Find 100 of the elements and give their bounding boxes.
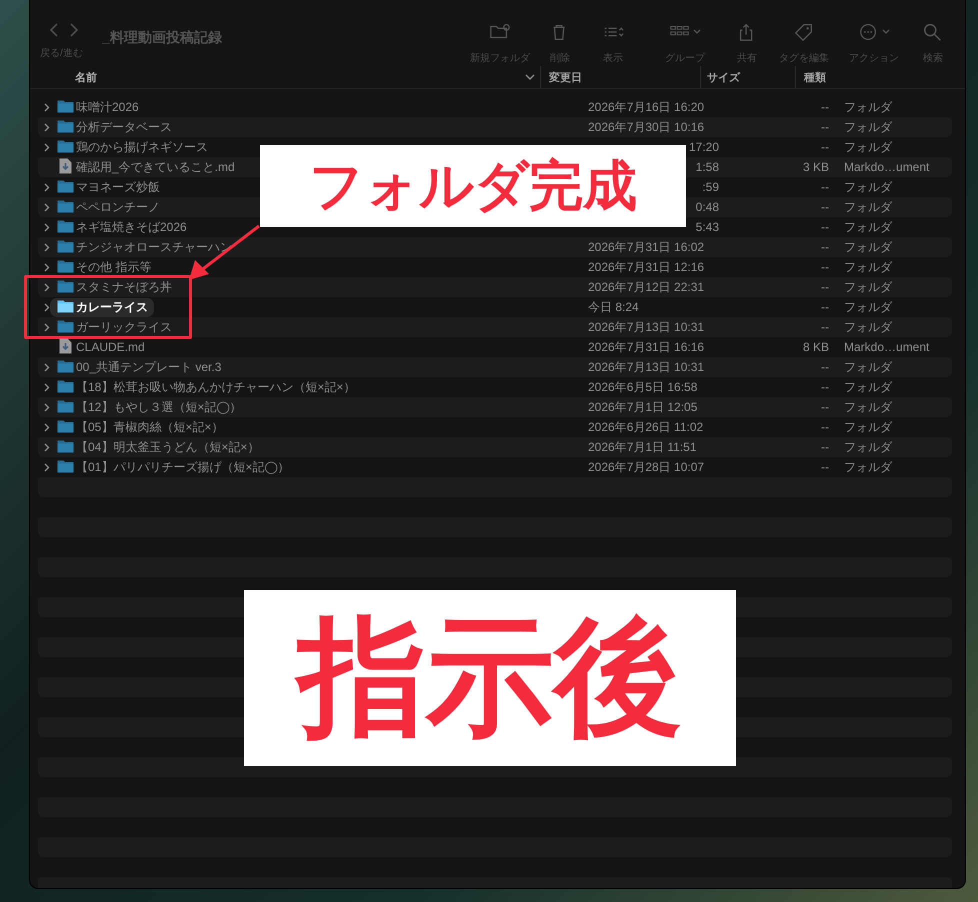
modified-date: :59 — [702, 180, 719, 194]
modified-date: 2026年7月30日 10:16 — [588, 118, 706, 136]
modified-date: 2026年7月1日 12:05 — [588, 398, 698, 416]
modified-date: 5:43 — [696, 220, 719, 234]
modified-date: 2026年7月12日 22:31 — [588, 278, 706, 296]
column-header[interactable]: サイズ — [707, 70, 740, 84]
disclosure-chevron-icon[interactable] — [44, 462, 50, 472]
folder-icon — [57, 398, 74, 412]
folder-icon — [57, 358, 74, 372]
file-size: -- — [821, 140, 829, 154]
file-size: -- — [821, 200, 829, 214]
file-name[interactable]: 鶏のから揚げネギソース — [73, 138, 214, 156]
file-kind: フォルダ — [844, 138, 894, 156]
folder-icon — [57, 378, 74, 392]
file-kind: フォルダ — [844, 398, 894, 416]
folder-icon — [57, 98, 74, 112]
folder-icon — [57, 218, 74, 232]
folder-icon — [57, 458, 74, 472]
file-name[interactable]: 【01】パリパリチーズ揚げ（短×記◯） — [73, 458, 296, 476]
window-title: _料理動画投稿記録 — [102, 29, 222, 47]
document-icon — [59, 158, 72, 174]
disclosure-chevron-icon[interactable] — [44, 262, 50, 272]
modified-date: 2026年7月28日 10:07 — [588, 458, 706, 476]
file-name[interactable]: ペペロンチーノ — [73, 198, 166, 216]
modified-date: 2026年7月31日 16:16 — [588, 338, 706, 356]
modified-date: 2026年6月26日 11:02 — [588, 418, 704, 436]
file-name[interactable]: CLAUDE.md — [73, 339, 151, 355]
file-size: -- — [821, 240, 829, 254]
folder-icon — [57, 418, 74, 432]
file-name[interactable]: ネギ塩焼きそば2026 — [73, 218, 193, 236]
file-name[interactable]: 確認用_今できていること.md — [73, 158, 241, 176]
file-size: -- — [821, 420, 829, 434]
search-icon — [922, 21, 944, 43]
file-size: -- — [821, 360, 829, 374]
modified-date: 2026年6月5日 16:58 — [588, 378, 698, 396]
file-size: -- — [821, 260, 829, 274]
modified-date: 今日 8:24 — [588, 298, 640, 316]
nav-label: 戻る/進む — [40, 46, 83, 60]
file-name[interactable]: その他 指示等 — [73, 258, 158, 276]
file-kind: フォルダ — [844, 118, 894, 136]
modified-date: 2026年7月13日 10:31 — [588, 358, 706, 376]
file-kind: フォルダ — [844, 318, 894, 336]
file-size: -- — [821, 460, 829, 474]
file-kind: フォルダ — [844, 438, 894, 456]
file-kind: フォルダ — [844, 238, 894, 256]
disclosure-chevron-icon[interactable] — [44, 402, 50, 412]
folder-icon — [57, 238, 74, 252]
file-size: 8 KB — [802, 340, 829, 354]
modified-date: 2026年7月13日 10:31 — [588, 318, 706, 336]
folder-icon — [57, 118, 74, 132]
file-kind: フォルダ — [844, 358, 894, 376]
tag-icon — [793, 21, 815, 43]
modified-date: 2026年7月31日 12:16 — [588, 258, 706, 276]
file-name[interactable]: 分析データベース — [73, 118, 178, 136]
folder-icon — [57, 278, 74, 292]
disclosure-chevron-icon[interactable] — [44, 322, 50, 332]
file-kind: フォルダ — [844, 258, 894, 276]
file-name[interactable]: 味噌汁2026 — [73, 98, 145, 116]
file-name[interactable]: 【04】明太釜玉うどん（短×記×） — [73, 438, 266, 456]
modified-date: 2026年7月31日 16:02 — [588, 238, 706, 256]
sort-chevron-icon[interactable] — [525, 74, 535, 80]
file-name[interactable]: 00_共通テンプレート ver.3 — [73, 358, 228, 376]
file-name[interactable]: マヨネーズ炒飯 — [73, 178, 166, 196]
file-name[interactable]: 【12】もやし３選（短×記◯） — [73, 398, 248, 416]
disclosure-chevron-icon[interactable] — [44, 282, 50, 292]
file-size: 3 KB — [802, 160, 829, 174]
modified-date: 2026年7月16日 16:20 — [588, 98, 706, 116]
file-size: -- — [821, 180, 829, 194]
disclosure-chevron-icon[interactable] — [44, 122, 50, 132]
folder-icon — [57, 138, 74, 152]
column-header[interactable]: 変更日 — [549, 70, 582, 84]
modified-date: 2026年7月1日 11:51 — [588, 438, 698, 456]
disclosure-chevron-icon[interactable] — [44, 362, 50, 372]
disclosure-chevron-icon[interactable] — [44, 242, 50, 252]
disclosure-chevron-icon[interactable] — [44, 102, 50, 112]
caret-icon — [882, 29, 890, 35]
file-kind: フォルダ — [844, 98, 894, 116]
disclosure-chevron-icon[interactable] — [44, 302, 50, 312]
disclosure-chevron-icon[interactable] — [44, 182, 50, 192]
column-header[interactable]: 種類 — [804, 70, 826, 84]
folder-icon — [57, 178, 74, 192]
folder-icon — [57, 438, 74, 452]
disclosure-chevron-icon[interactable] — [44, 382, 50, 392]
modified-date: 1:58 — [696, 160, 719, 174]
column-header[interactable]: 名前 — [75, 70, 97, 84]
caret-icon — [693, 29, 701, 35]
callout-label: フォルダ完成 — [260, 145, 686, 227]
disclosure-chevron-icon[interactable] — [44, 422, 50, 432]
file-name[interactable]: ガーリックライス — [73, 318, 178, 336]
disclosure-chevron-icon[interactable] — [44, 202, 50, 212]
disclosure-chevron-icon[interactable] — [44, 222, 50, 232]
folder-icon — [57, 318, 74, 332]
disclosure-chevron-icon[interactable] — [44, 442, 50, 452]
file-size: -- — [821, 220, 829, 234]
file-name[interactable]: カレーライス — [50, 298, 154, 316]
file-kind: フォルダ — [844, 178, 894, 196]
file-name[interactable]: スタミナそぼろ丼 — [73, 278, 178, 296]
disclosure-chevron-icon[interactable] — [44, 142, 50, 152]
file-name[interactable]: 【18】松茸お吸い物あんかけチャーハン（短×記×） — [73, 378, 362, 396]
file-name[interactable]: 【05】青椒肉絲（短×記×） — [73, 418, 230, 436]
